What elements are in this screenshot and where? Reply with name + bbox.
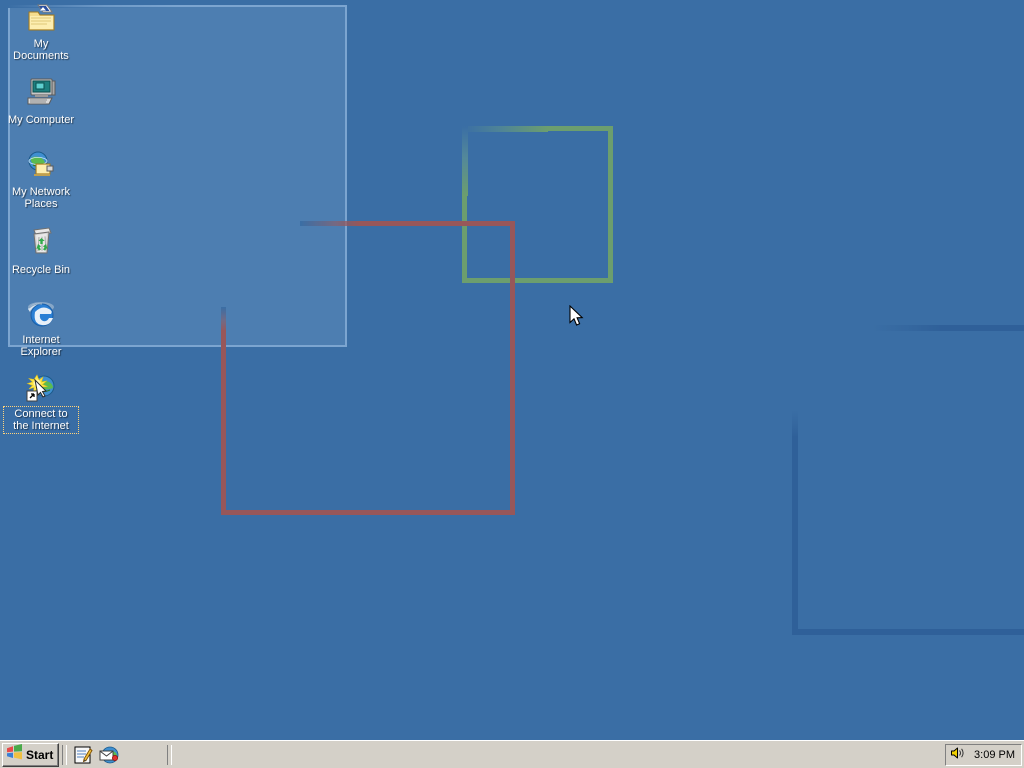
desktop-icon-my-computer[interactable]: My Computer	[4, 75, 78, 128]
quicklaunch-mail-icon[interactable]	[99, 745, 119, 765]
desktop-icon-recycle-bin[interactable]: Recycle Bin	[4, 225, 78, 278]
quicklaunch-notepad-write-icon[interactable]	[73, 745, 93, 765]
red-rectangle-top-left-fade	[300, 221, 360, 226]
desktop[interactable]: My Documents My Computer My Network Plac…	[0, 0, 1024, 768]
desktop-icon-my-network-places[interactable]: My Network Places	[4, 150, 78, 212]
mouse-cursor	[569, 304, 585, 334]
darkblue-rectangle-left-fade	[792, 410, 798, 438]
green-rectangle-left-fade	[462, 126, 468, 196]
desktop-icon-internet-explorer[interactable]: Internet Explorer	[4, 298, 78, 360]
taskbar-clock[interactable]: 3:09 PM	[974, 749, 1015, 761]
desktop-icon-label: My Computer	[7, 114, 75, 126]
system-tray[interactable]: 3:09 PM	[945, 744, 1022, 766]
taskbar[interactable]: Start 3:09 PM	[0, 740, 1024, 768]
desktop-icon-my-documents[interactable]: My Documents	[4, 2, 78, 64]
windows-flag-icon	[6, 744, 23, 765]
folder-documents-icon	[25, 2, 57, 34]
red-rectangle-top	[360, 221, 515, 226]
darkblue-rectangle-top-fade	[872, 325, 942, 331]
desktop-icon-label: My Network Places	[11, 186, 71, 210]
desktop-icon-connect-to-the-internet[interactable]: Connect to the Internet	[3, 372, 79, 434]
green-rectangle	[462, 126, 613, 283]
speaker-volume-icon[interactable]	[950, 745, 966, 766]
desktop-icon-label: My Documents	[13, 38, 69, 62]
red-rectangle-bottom	[221, 510, 515, 515]
desktop-shapes-layer	[0, 0, 1024, 768]
connect-internet-icon	[25, 372, 57, 404]
darkblue-rectangle-bottom	[792, 629, 1024, 635]
start-button[interactable]: Start	[2, 742, 60, 767]
computer-icon	[25, 75, 57, 107]
red-rectangle-left-fade	[221, 307, 226, 332]
internet-explorer-icon	[25, 298, 57, 330]
desktop-icon-label: Internet Explorer	[20, 334, 62, 358]
red-rectangle-right	[510, 221, 515, 515]
red-rectangle-left	[221, 330, 226, 515]
taskbar-separator-1	[62, 744, 68, 765]
recycle-bin-icon	[25, 225, 57, 257]
darkblue-rectangle-left	[792, 436, 798, 635]
darkblue-rectangle-top	[940, 325, 1024, 331]
taskbar-separator-2	[167, 744, 173, 765]
desktop-icon-label: Connect to the Internet	[3, 406, 79, 434]
desktop-icon-label: Recycle Bin	[11, 264, 71, 276]
start-button-label: Start	[26, 747, 54, 762]
green-rectangle-top-fade	[462, 126, 548, 132]
network-globe-icon	[25, 150, 57, 182]
